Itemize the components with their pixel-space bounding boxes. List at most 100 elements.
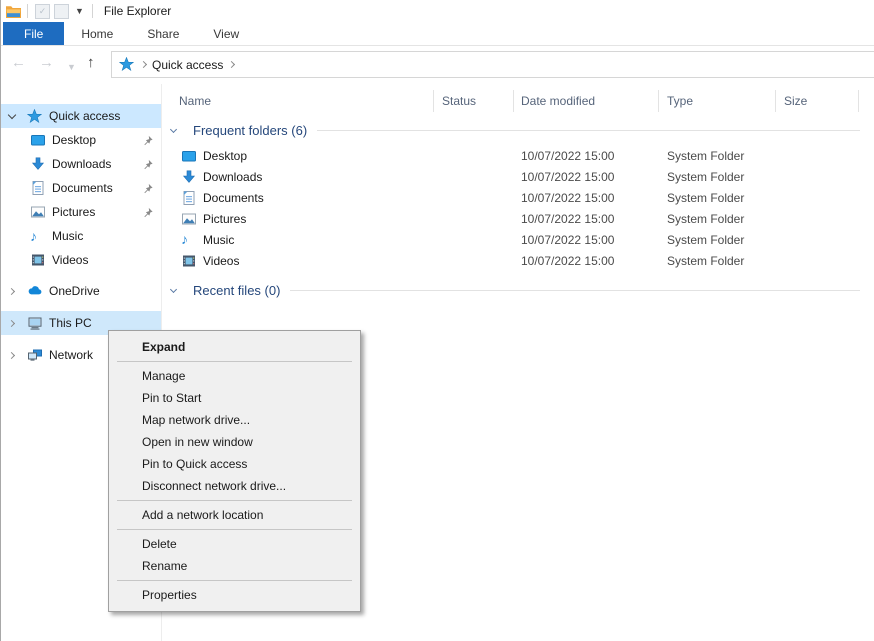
chevron-down-icon[interactable] <box>8 111 16 119</box>
group-header-label: Frequent folders (6) <box>193 123 307 138</box>
sidebar-item-downloads[interactable]: Downloads <box>1 152 161 176</box>
menu-item-properties[interactable]: Properties <box>109 584 360 606</box>
frequent-folders-rows: Desktop 10/07/2022 15:00 System Folder D… <box>163 146 874 272</box>
breadcrumb-segment[interactable]: Quick access <box>152 58 223 72</box>
new-folder-button-icon[interactable] <box>54 4 69 19</box>
forward-icon[interactable]: → <box>39 54 54 72</box>
file-date-modified: 10/07/2022 15:00 <box>521 170 614 184</box>
chevron-right-icon[interactable] <box>8 319 15 326</box>
group-header-rule <box>317 130 860 131</box>
file-name: Downloads <box>203 170 262 184</box>
file-row-desktop[interactable]: Desktop 10/07/2022 15:00 System Folder <box>163 146 874 167</box>
menu-item-add-a-network-location[interactable]: Add a network location <box>109 504 360 526</box>
breadcrumb-chevron-icon[interactable] <box>140 61 147 68</box>
column-divider[interactable] <box>858 90 859 112</box>
back-icon[interactable]: ← <box>11 54 26 72</box>
file-type: System Folder <box>667 212 744 226</box>
pictures-icon <box>181 211 197 227</box>
chevron-down-icon[interactable] <box>170 285 177 292</box>
sidebar-item-label: Quick access <box>49 109 161 123</box>
desktop-icon <box>181 148 197 164</box>
file-type: System Folder <box>667 191 744 205</box>
file-name: Pictures <box>203 212 246 226</box>
column-divider[interactable] <box>658 90 659 112</box>
downloads-icon <box>30 156 52 172</box>
menu-item-expand[interactable]: Expand <box>109 336 360 358</box>
column-divider[interactable] <box>513 90 514 112</box>
column-divider[interactable] <box>775 90 776 112</box>
file-name: Music <box>203 233 234 247</box>
quick-access-star-icon[interactable] <box>119 57 134 72</box>
titlebar-separator <box>92 4 93 18</box>
file-name: Documents <box>203 191 264 205</box>
menu-item-map-network-drive[interactable]: Map network drive... <box>109 409 360 431</box>
group-header-label: Recent files (0) <box>193 283 280 298</box>
column-divider[interactable] <box>433 90 434 112</box>
file-type: System Folder <box>667 233 744 247</box>
file-row-documents[interactable]: Documents 10/07/2022 15:00 System Folder <box>163 188 874 209</box>
column-header-type[interactable]: Type <box>667 94 693 108</box>
tab-file[interactable]: File <box>3 22 64 45</box>
file-name: Videos <box>203 254 239 268</box>
menu-item-pin-to-quick-access[interactable]: Pin to Quick access <box>109 453 360 475</box>
titlebar: ✓ ▼ File Explorer <box>1 0 874 22</box>
file-explorer-window: ✓ ▼ File Explorer File Home Share View ←… <box>0 0 874 641</box>
sidebar-item-onedrive[interactable]: OneDrive <box>1 279 161 303</box>
menu-separator <box>117 529 352 530</box>
tab-view[interactable]: View <box>196 22 256 45</box>
quick-access-star-icon <box>27 109 49 124</box>
pin-icon <box>143 207 161 218</box>
titlebar-separator <box>27 4 28 18</box>
file-date-modified: 10/07/2022 15:00 <box>521 254 614 268</box>
file-row-downloads[interactable]: Downloads 10/07/2022 15:00 System Folder <box>163 167 874 188</box>
documents-icon <box>30 180 52 196</box>
chevron-right-icon[interactable] <box>8 351 15 358</box>
customize-quick-access-toolbar-icon[interactable]: ▼ <box>75 6 83 16</box>
sidebar-item-label: Pictures <box>52 205 143 219</box>
group-header-frequent-folders[interactable]: Frequent folders (6) <box>163 120 874 140</box>
menu-separator <box>117 361 352 362</box>
column-header-date-modified[interactable]: Date modified <box>521 94 595 108</box>
menu-item-pin-to-start[interactable]: Pin to Start <box>109 387 360 409</box>
sidebar-item-quick-access[interactable]: Quick access <box>1 104 161 128</box>
tab-home[interactable]: Home <box>64 22 130 45</box>
file-row-music[interactable]: ♪ Music 10/07/2022 15:00 System Folder <box>163 230 874 251</box>
this-pc-icon <box>27 315 49 331</box>
documents-icon <box>181 190 197 206</box>
sidebar-item-videos[interactable]: Videos <box>1 248 161 272</box>
menu-item-open-in-new-window[interactable]: Open in new window <box>109 431 360 453</box>
menu-item-disconnect-network-drive[interactable]: Disconnect network drive... <box>109 475 360 497</box>
sidebar-item-desktop[interactable]: Desktop <box>1 128 161 152</box>
sidebar-item-label: OneDrive <box>49 284 161 298</box>
column-header-size[interactable]: Size <box>784 94 807 108</box>
recent-locations-chevron-icon[interactable]: ▼ <box>67 58 76 76</box>
sidebar-item-music[interactable]: ♪ Music <box>1 224 161 248</box>
column-header-status[interactable]: Status <box>442 94 476 108</box>
sidebar-item-documents[interactable]: Documents <box>1 176 161 200</box>
breadcrumb-chevron-icon[interactable] <box>228 61 235 68</box>
menu-item-delete[interactable]: Delete <box>109 533 360 555</box>
downloads-icon <box>181 169 197 185</box>
file-date-modified: 10/07/2022 15:00 <box>521 212 614 226</box>
menu-item-manage[interactable]: Manage <box>109 365 360 387</box>
explorer-folder-icon[interactable] <box>5 4 22 19</box>
group-header-recent-files[interactable]: Recent files (0) <box>163 280 874 300</box>
sidebar-item-label: Music <box>52 229 161 243</box>
file-row-videos[interactable]: Videos 10/07/2022 15:00 System Folder <box>163 251 874 272</box>
tab-share[interactable]: Share <box>130 22 196 45</box>
menu-item-rename[interactable]: Rename <box>109 555 360 577</box>
videos-icon <box>181 253 197 269</box>
ribbon-tabs: File Home Share View <box>1 22 874 46</box>
sidebar-item-label: Videos <box>52 253 161 267</box>
column-header-name[interactable]: Name <box>179 94 211 108</box>
window-title: File Explorer <box>104 4 171 18</box>
file-row-pictures[interactable]: Pictures 10/07/2022 15:00 System Folder <box>163 209 874 230</box>
music-icon: ♪ <box>181 232 197 248</box>
breadcrumb[interactable]: Quick access <box>111 51 874 78</box>
properties-button-icon[interactable]: ✓ <box>35 4 50 19</box>
up-icon[interactable]: ↑ <box>87 54 95 72</box>
chevron-right-icon[interactable] <box>8 287 15 294</box>
chevron-down-icon[interactable] <box>170 125 177 132</box>
videos-icon <box>30 252 52 268</box>
sidebar-item-pictures[interactable]: Pictures <box>1 200 161 224</box>
